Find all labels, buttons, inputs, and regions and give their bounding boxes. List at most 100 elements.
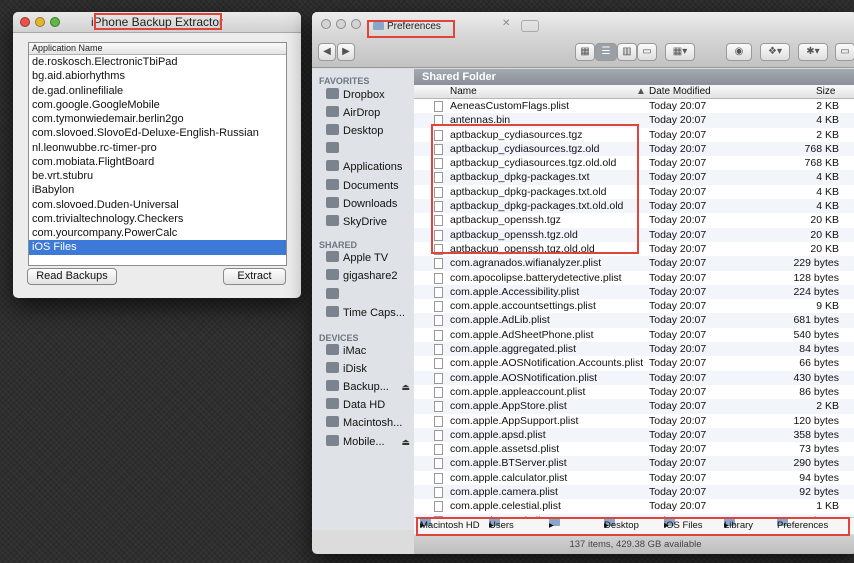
new-tab-icon[interactable] — [521, 20, 539, 32]
file-icon — [434, 472, 443, 484]
sidebar-item[interactable]: Apple TV — [326, 250, 414, 267]
quicklook-icon[interactable]: ◉ — [726, 43, 752, 61]
file-row[interactable]: aptbackup_dpkg-packages.txt Today 20:07 4 … — [414, 170, 854, 185]
read-backups-button[interactable]: Read Backups — [27, 268, 117, 285]
file-row[interactable]: com.apple.celestial.plist Today 20:07 1 KB — [414, 499, 854, 513]
size-column-header[interactable]: Size — [816, 85, 835, 98]
file-row[interactable]: AeneasCustomFlags.plist Today 20:07 2 KB — [414, 99, 854, 113]
file-icon — [434, 201, 443, 213]
sidebar-item[interactable]: gigashare2 — [326, 268, 414, 285]
eject-icon[interactable]: ⏏ — [401, 434, 410, 451]
application-list-item[interactable]: iOS Files — [29, 240, 286, 255]
application-list-item[interactable]: de.roskosch.ElectronicTbiPad — [29, 55, 286, 69]
list-view-icon[interactable]: ☰ — [595, 43, 617, 61]
file-row[interactable]: com.apple.AOSNotification.plist Today 20:… — [414, 370, 854, 385]
file-row[interactable]: com.apple.Accessibility.plist Today 20:07… — [414, 284, 854, 300]
name-column-header[interactable]: Name — [450, 85, 477, 98]
file-row[interactable]: antennas.bin Today 20:07 4 KB — [414, 113, 854, 128]
file-row[interactable]: com.apple.AdSheetPhone.plist Today 20:07 5… — [414, 328, 854, 342]
close-button[interactable] — [321, 19, 331, 29]
sidebar-item[interactable]: Desktop — [326, 123, 414, 140]
file-row[interactable]: com.apple.camera.plist Today 20:07 92 byte… — [414, 485, 854, 500]
file-row[interactable]: com.apple.BTServer.plist Today 20:07 290 b… — [414, 456, 854, 471]
file-row[interactable]: com.agranados.wifianalyzer.plist Today 20… — [414, 256, 854, 271]
application-name-column-header[interactable]: Application Name — [29, 43, 286, 55]
file-row[interactable]: com.apple.AppSupport.plist Today 20:07 120… — [414, 414, 854, 428]
action-gear-icon[interactable]: ✱▾ — [798, 43, 828, 61]
file-row[interactable]: aptbackup_dpkg-packages.txt.old Today 20:… — [414, 185, 854, 199]
file-row[interactable]: com.apple.AdLib.plist Today 20:07 681 byte… — [414, 313, 854, 328]
file-date: Today 20:07 — [649, 357, 707, 370]
file-size: 4 KB — [816, 114, 839, 127]
file-row[interactable]: aptbackup_cydiasources.tgz Today 20:07 2 K… — [414, 128, 854, 142]
sidebar-item[interactable]: Macintosh... — [326, 415, 414, 432]
file-size: 768 KB — [804, 157, 839, 170]
application-list-item[interactable]: com.google.GoogleMobile — [29, 98, 286, 112]
eject-icon[interactable]: ⏏ — [401, 379, 410, 396]
sidebar-item[interactable]: Backup... ⏏ — [326, 379, 414, 396]
file-row[interactable]: aptbackup_dpkg-packages.txt.old.old Today… — [414, 199, 854, 214]
sidebar-item[interactable]: Applications — [326, 159, 414, 176]
file-date: Today 20:07 — [649, 171, 707, 184]
file-row[interactable]: com.apocolipse.batterydetective.plist Tod… — [414, 271, 854, 285]
close-tab-icon[interactable]: ✕ — [502, 18, 510, 29]
sidebar-item[interactable]: AirDrop — [326, 105, 414, 122]
file-row[interactable]: com.apple.appleaccount.plist Today 20:07 8… — [414, 385, 854, 399]
application-list[interactable]: Application Name de.roskosch.ElectronicT… — [28, 42, 287, 266]
forward-icon[interactable]: ▶ — [337, 43, 355, 61]
icon-view-icon[interactable]: ▦ — [575, 43, 595, 61]
arrange-icon[interactable]: ▦▾ — [665, 43, 695, 61]
sidebar-item[interactable] — [326, 287, 414, 304]
file-icon — [434, 501, 443, 513]
file-row[interactable]: aptbackup_openssh.tgz.old Today 20:07 20 K… — [414, 227, 854, 242]
application-list-item[interactable]: com.mobiata.FlightBoard — [29, 155, 286, 169]
application-list-item[interactable]: com.slovoed.SlovoEd-Deluxe-English-Russi… — [29, 126, 286, 140]
file-row[interactable]: aptbackup_openssh.tgz.old.old Today 20:07… — [414, 242, 854, 256]
file-row[interactable]: com.apple.AOSNotification.Accounts.plist… — [414, 356, 854, 370]
file-row[interactable]: com.apple.calculator.plist Today 20:07 94 … — [414, 471, 854, 485]
file-size: 2 KB — [816, 100, 839, 112]
application-list-item[interactable]: com.yourcompany.PowerCalc — [29, 226, 286, 240]
file-row[interactable]: com.apple.assetsd.plist Today 20:07 73 byt… — [414, 442, 854, 456]
application-list-item[interactable]: nl.leonwubbe.rc-timer-pro — [29, 141, 286, 155]
file-row[interactable]: aptbackup_openssh.tgz Today 20:07 20 KB — [414, 213, 854, 227]
file-row[interactable]: aptbackup_cydiasources.tgz.old.old Today … — [414, 156, 854, 170]
application-list-item[interactable]: com.tymonwiedemair.berlin2go — [29, 112, 286, 126]
file-row[interactable]: aptbackup_cydiasources.tgz.old Today 20:0… — [414, 141, 854, 157]
file-row[interactable]: com.apple.apsd.plist Today 20:07 358 bytes — [414, 427, 854, 443]
sidebar-item[interactable] — [326, 141, 414, 158]
application-list-item[interactable]: be.vrt.stubru — [29, 169, 286, 183]
application-list-item[interactable]: com.slovoed.Duden-Universal — [29, 198, 286, 212]
extract-button[interactable]: Extract — [223, 268, 286, 285]
file-date: Today 20:07 — [649, 271, 707, 284]
sidebar-item[interactable]: Mobile... ⏏ — [326, 434, 414, 451]
sidebar-item[interactable]: Dropbox — [326, 87, 414, 104]
file-row[interactable]: com.apple.AppStore.plist Today 20:07 2 KB — [414, 399, 854, 414]
back-icon[interactable]: ◀ — [318, 43, 336, 61]
dropbox-icon[interactable]: ❖▾ — [760, 43, 790, 61]
sidebar-item[interactable]: Data HD — [326, 397, 414, 414]
share-icon[interactable]: ▭ — [835, 43, 854, 61]
sidebar-item[interactable]: Time Caps... — [326, 305, 414, 322]
application-list-item[interactable]: iBabylon — [29, 183, 286, 197]
zoom-button[interactable] — [351, 19, 361, 29]
cover-flow-icon[interactable]: ▭ — [637, 43, 657, 61]
tab-preferences[interactable]: Preferences — [369, 17, 509, 36]
sidebar-item[interactable]: Documents — [326, 178, 414, 195]
date-column-header[interactable]: Date Modified — [649, 85, 711, 98]
sidebar-item[interactable]: SkyDrive — [326, 214, 414, 231]
file-name: AeneasCustomFlags.plist — [450, 100, 570, 112]
application-list-item[interactable]: bg.aid.abiorhythms — [29, 69, 286, 83]
file-row[interactable]: com.apple.accountsettings.plist Today 20:… — [414, 299, 854, 313]
sidebar-item[interactable]: iDisk — [326, 361, 414, 378]
file-date: Today 20:07 — [649, 414, 707, 427]
sidebar-item-label: iMac — [343, 345, 367, 357]
application-list-item[interactable]: com.trivialtechnology.Checkers — [29, 212, 286, 226]
sidebar-item[interactable]: iMac — [326, 343, 414, 360]
minimize-button[interactable] — [336, 19, 346, 29]
file-name: com.apple.AppSupport.plist — [450, 414, 579, 427]
file-row[interactable]: com.apple.aggregated.plist Today 20:07 84 … — [414, 342, 854, 357]
column-view-icon[interactable]: ▥ — [617, 43, 637, 61]
sidebar-item[interactable]: Downloads — [326, 196, 414, 213]
application-list-item[interactable]: de.gad.onlinefiliale — [29, 84, 286, 98]
